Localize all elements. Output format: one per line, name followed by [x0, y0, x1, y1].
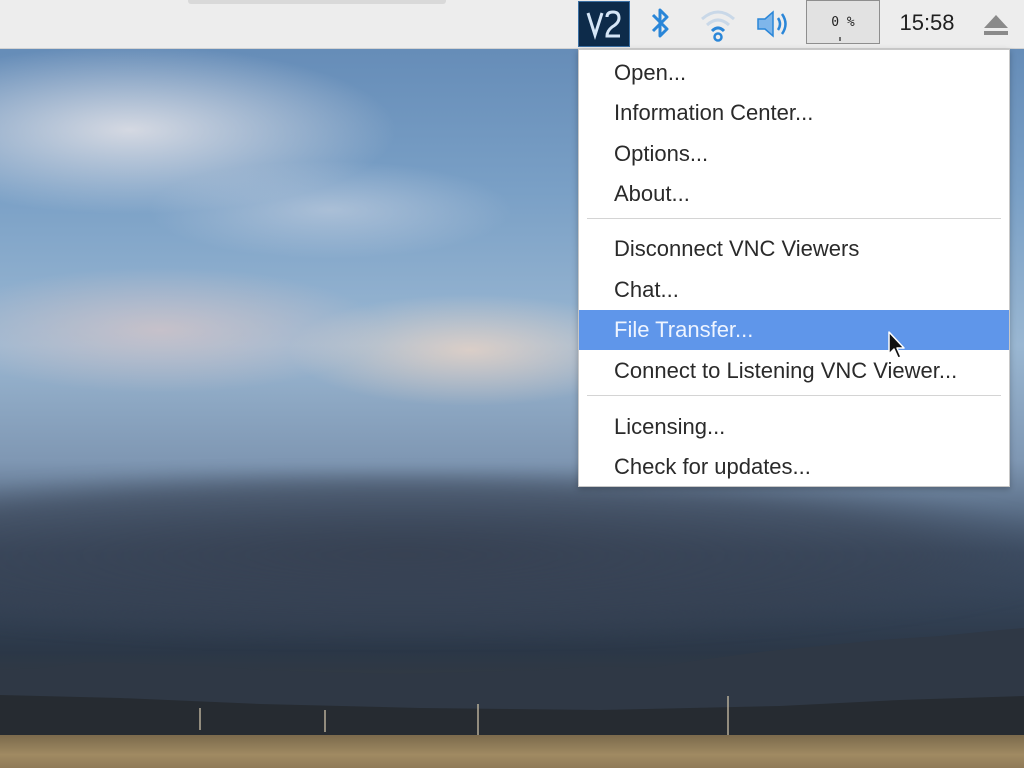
menu-item-open[interactable]: Open... — [579, 53, 1009, 93]
menu-item-file-transfer[interactable]: File Transfer... — [579, 310, 1009, 350]
wifi-tray-button[interactable] — [696, 0, 740, 48]
grass-field — [0, 735, 1024, 768]
wifi-icon — [701, 10, 735, 42]
menu-item-check-for-updates[interactable]: Check for updates... — [579, 447, 1009, 487]
menu-item-information-center[interactable]: Information Center... — [579, 93, 1009, 133]
vnc-server-tray-button[interactable] — [578, 0, 630, 48]
mouse-pointer-icon — [888, 331, 905, 359]
top-panel: 0 % 15:58 — [0, 0, 1024, 49]
menu-item-chat[interactable]: Chat... — [579, 270, 1009, 310]
cpu-graph-bar — [839, 37, 841, 41]
cpu-usage-value: 0 % — [831, 14, 855, 30]
eject-icon — [984, 15, 1008, 35]
menu-separator — [587, 218, 1001, 219]
bluetooth-tray-button[interactable] — [640, 0, 680, 48]
menu-separator — [587, 395, 1001, 396]
clock[interactable]: 15:58 — [892, 0, 962, 46]
cpu-usage-monitor[interactable]: 0 % — [806, 0, 880, 44]
menu-item-disconnect-vnc-viewers[interactable]: Disconnect VNC Viewers — [579, 229, 1009, 269]
eject-tray-button[interactable] — [978, 0, 1014, 48]
volume-tray-button[interactable] — [750, 0, 798, 48]
taskbar-button[interactable] — [188, 0, 446, 4]
menu-item-connect-listening-viewer[interactable]: Connect to Listening VNC Viewer... — [579, 351, 1009, 391]
menu-item-about[interactable]: About... — [579, 174, 1009, 214]
vnc-server-icon — [578, 1, 630, 47]
menu-item-licensing[interactable]: Licensing... — [579, 407, 1009, 447]
vnc-context-menu: Open... Information Center... Options...… — [578, 49, 1010, 487]
menu-item-options[interactable]: Options... — [579, 134, 1009, 174]
volume-icon — [757, 10, 787, 38]
bluetooth-icon — [651, 8, 669, 38]
vnc-logo-glyph — [586, 10, 621, 40]
